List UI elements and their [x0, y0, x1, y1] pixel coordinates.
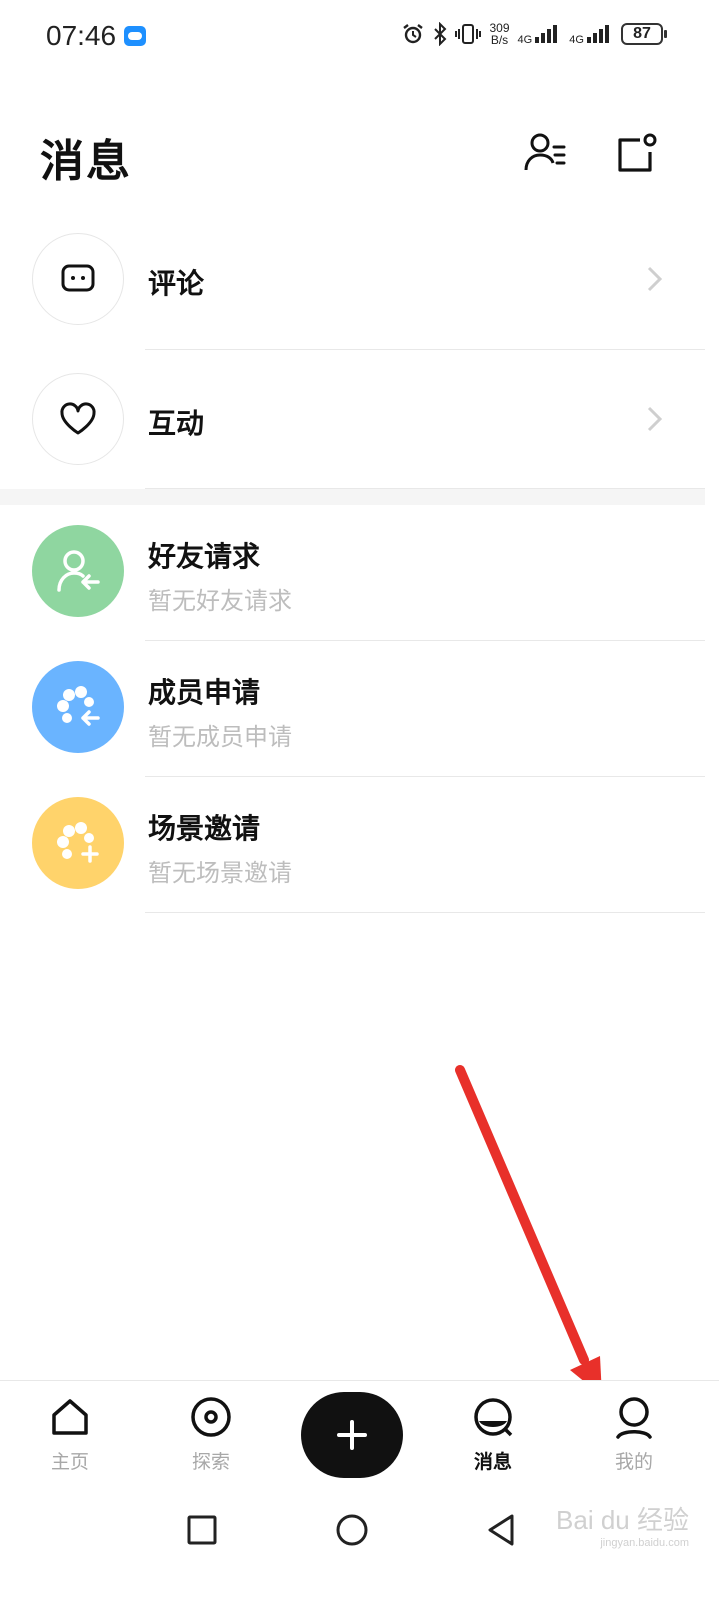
list-item-member-apply[interactable]: 成员申请 暂无成员申请: [0, 641, 719, 777]
signal-1: 4G: [518, 23, 562, 46]
list-item-label: 场景邀请: [148, 812, 261, 845]
home-button-icon[interactable]: [332, 1510, 372, 1550]
list-item-label: 成员申请: [148, 676, 261, 709]
member-apply-icon: [57, 686, 100, 726]
scene-invite-circle: [32, 797, 124, 889]
battery-indicator: 87: [621, 23, 667, 45]
list-item-label: 好友请求: [148, 540, 261, 573]
list-item-interactions[interactable]: 互动: [0, 352, 719, 488]
tab-label: 消息: [473, 1451, 512, 1473]
recent-apps-icon[interactable]: [182, 1510, 222, 1550]
tab-profile[interactable]: 我的: [589, 1395, 679, 1474]
back-icon[interactable]: [482, 1510, 522, 1550]
weather-icon: [124, 26, 146, 46]
divider: [145, 912, 705, 913]
alarm-icon: [403, 24, 424, 44]
signal-bars-icon: [535, 24, 558, 43]
message-icon: [474, 1398, 513, 1437]
heart-icon-circle: [32, 373, 124, 465]
chevron-right-icon: [647, 266, 663, 292]
status-bar: 07:46 309 B/s 4G 4G 87: [0, 0, 719, 76]
divider: [145, 349, 705, 350]
status-time: 07:46: [46, 20, 117, 51]
net-speed: 309 B/s: [489, 22, 509, 46]
new-message-icon[interactable]: [614, 130, 660, 176]
bluetooth-icon: [434, 22, 447, 46]
heart-icon: [60, 402, 96, 435]
status-icons: 309 B/s 4G 4G 87: [401, 22, 667, 46]
contacts-icon[interactable]: [522, 130, 568, 176]
section-separator: [0, 489, 705, 505]
list-item-label: 互动: [148, 407, 205, 440]
friend-request-circle: [32, 525, 124, 617]
home-icon: [52, 1399, 88, 1435]
plus-icon: [337, 1420, 367, 1450]
page-title: 消息: [40, 136, 132, 187]
list-item-comments[interactable]: 评论: [0, 212, 719, 348]
list-item-subtitle: 暂无场景邀请: [148, 859, 292, 887]
tab-home[interactable]: 主页: [25, 1395, 115, 1474]
signal-2: 4G: [569, 23, 613, 46]
list-item-scene-invite[interactable]: 场景邀请 暂无场景邀请: [0, 777, 719, 913]
explore-icon: [191, 1397, 231, 1437]
list-item-subtitle: 暂无成员申请: [148, 723, 292, 751]
list-item-friend-request[interactable]: 好友请求 暂无好友请求: [0, 505, 719, 641]
vibrate-icon: [455, 24, 482, 44]
scene-invite-icon: [57, 822, 99, 863]
profile-icon: [616, 1397, 652, 1439]
add-button[interactable]: [301, 1392, 403, 1478]
watermark-url: jingyan.baidu.com: [600, 1537, 689, 1549]
bottom-tab-bar: 主页 探索 消息 我的: [0, 1380, 719, 1491]
tab-explore[interactable]: 探索: [166, 1395, 256, 1474]
tab-label: 探索: [191, 1451, 230, 1473]
signal-2-label: 4G: [569, 33, 584, 46]
list-item-label: 评论: [148, 267, 205, 300]
comment-icon-circle: [32, 233, 124, 325]
tab-label: 我的: [614, 1451, 653, 1473]
tab-label: 主页: [50, 1451, 89, 1473]
chevron-right-icon: [647, 406, 663, 432]
tab-messages[interactable]: 消息: [448, 1395, 538, 1474]
watermark: Bai du 经验 jingyan.baidu.com: [556, 1500, 689, 1549]
member-apply-circle: [32, 661, 124, 753]
watermark-text: Bai du 经验: [556, 1505, 689, 1535]
signal-bars-icon: [587, 24, 609, 43]
friend-request-icon: [57, 550, 100, 592]
net-speed-unit: B/s: [490, 33, 509, 47]
signal-1-label: 4G: [517, 33, 533, 46]
comment-icon: [61, 264, 95, 292]
list-item-subtitle: 暂无好友请求: [148, 587, 292, 615]
